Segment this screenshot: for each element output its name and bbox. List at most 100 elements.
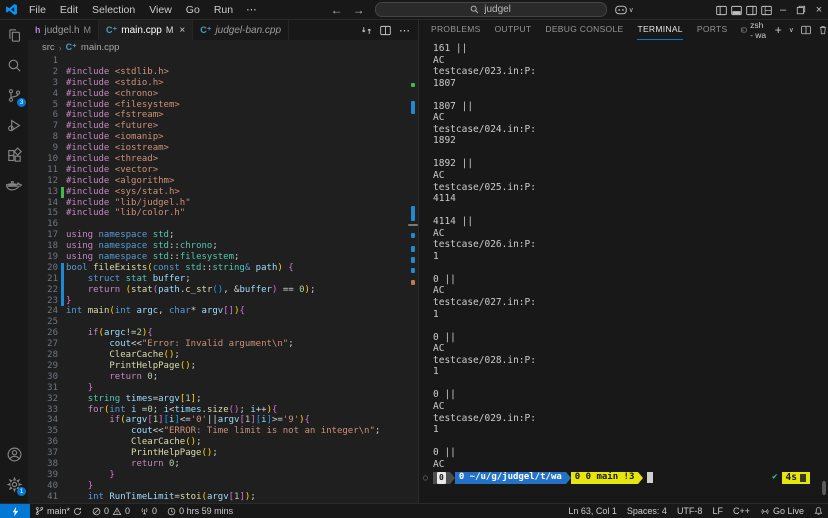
code-line[interactable]: 14#include "lib/judgel.h" [28, 198, 418, 209]
activity-accounts-icon[interactable] [0, 439, 28, 469]
code-line[interactable]: 8#include <iomanip> [28, 132, 418, 143]
language-mode-status[interactable]: C++ [728, 504, 755, 518]
code-line[interactable]: 16 [28, 219, 418, 230]
encoding-status[interactable]: UTF-8 [672, 504, 708, 518]
window-close-button[interactable]: × [810, 0, 828, 20]
code-line[interactable]: 40 } [28, 481, 418, 492]
history-forward-button[interactable]: → [353, 3, 365, 17]
code-line[interactable]: 7#include <future> [28, 121, 418, 132]
code-line[interactable]: 9#include <iostream> [28, 143, 418, 154]
code-line[interactable]: 10#include <thread> [28, 154, 418, 165]
new-terminal-button[interactable]: + [775, 23, 782, 37]
go-live-status[interactable]: Go Live [755, 504, 809, 518]
remote-indicator-button[interactable] [0, 504, 30, 518]
code-line[interactable]: 20bool fileExists(const std::string& pat… [28, 263, 418, 274]
history-back-button[interactable]: ← [331, 3, 343, 17]
tab-judgel.h[interactable]: hjudgel.hM [28, 20, 99, 40]
copilot-button[interactable]: ∨ [615, 5, 634, 15]
breadcrumb[interactable]: src › C⁺ main.cpp [28, 40, 418, 55]
code-line[interactable]: 27 cout<<"Error: Invalid argument\n"; [28, 339, 418, 350]
tab-judgel-ban.cpp[interactable]: C⁺judgel-ban.cpp [193, 20, 289, 40]
menu-more-button[interactable]: ⋯ [240, 4, 263, 16]
code-line[interactable]: 36 ClearCache(); [28, 437, 418, 448]
panel-tab-debug-console[interactable]: DEBUG CONSOLE [545, 20, 623, 40]
indentation-status[interactable]: Spaces: 4 [622, 504, 672, 518]
line-col-status[interactable]: Ln 63, Col 1 [563, 504, 622, 518]
ports-status[interactable]: 0 [135, 504, 162, 518]
breadcrumb-file[interactable]: main.cpp [81, 42, 120, 53]
window-restore-button[interactable] [792, 0, 810, 20]
menu-run[interactable]: Run [207, 0, 240, 20]
code-line[interactable]: 5#include <filesystem> [28, 100, 418, 111]
code-line[interactable]: 23} [28, 296, 418, 307]
code-line[interactable]: 34 if(argv[1][i]<='0'||argv[1][i]>='9'){ [28, 415, 418, 426]
code-line[interactable]: 1 [28, 56, 418, 67]
code-line[interactable]: 3#include <stdio.h> [28, 78, 418, 89]
panel-tab-ports[interactable]: PORTS [697, 20, 728, 40]
menu-selection[interactable]: Selection [85, 0, 142, 20]
code-line[interactable]: 19using namespace std::filesystem; [28, 252, 418, 263]
overview-ruler[interactable] [408, 56, 418, 503]
panel-tab-output[interactable]: OUTPUT [495, 20, 532, 40]
activity-search-icon[interactable] [0, 50, 28, 80]
toggle-secondary-sidebar-icon[interactable] [744, 0, 759, 20]
code-line[interactable]: 6#include <fstream> [28, 110, 418, 121]
activity-docker-icon[interactable] [0, 170, 28, 200]
command-decoration-icon[interactable]: ○ [423, 472, 428, 484]
terminal-output[interactable]: 161 ||ACtestcase/023.in:P:18071807 ||ACt… [419, 40, 828, 503]
code-line[interactable]: 17using namespace std; [28, 230, 418, 241]
panel-tab-terminal[interactable]: TERMINAL [637, 20, 682, 40]
code-line[interactable]: 39 } [28, 470, 418, 481]
customize-layout-icon[interactable] [759, 0, 774, 20]
code-line[interactable]: 24int main(int argc, char* argv[]){ [28, 306, 418, 317]
code-line[interactable]: 22 return (stat(path.c_str(), &buffer) =… [28, 285, 418, 296]
activity-settings-icon[interactable]: 1 [0, 469, 28, 499]
activity-extensions-icon[interactable] [0, 140, 28, 170]
code-line[interactable]: 13#include <sys/stat.h> [28, 187, 418, 198]
command-center-search[interactable]: judgel [375, 2, 607, 17]
code-line[interactable]: 4#include <chrono> [28, 89, 418, 100]
menu-view[interactable]: View [142, 0, 179, 20]
code-line[interactable]: 25 [28, 317, 418, 328]
notifications-bell[interactable] [809, 504, 828, 518]
breadcrumb-folder[interactable]: src [42, 42, 55, 53]
code-line[interactable]: 21 struct stat buffer; [28, 274, 418, 285]
menu-file[interactable]: File [22, 0, 53, 20]
activity-run-debug-icon[interactable] [0, 110, 28, 140]
code-line[interactable]: 11#include <vector> [28, 165, 418, 176]
code-line[interactable]: 37 PrintHelpPage(); [28, 448, 418, 459]
terminal-scrollbar-thumb[interactable] [822, 481, 826, 495]
eol-status[interactable]: LF [707, 504, 728, 518]
window-minimize-button[interactable]: – [774, 0, 792, 20]
code-line[interactable]: 15#include "lib/color.h" [28, 208, 418, 219]
panel-tab-problems[interactable]: PROBLEMS [431, 20, 481, 40]
activity-explorer-icon[interactable] [0, 20, 28, 50]
code-line[interactable]: 29 PrintHelpPage(); [28, 361, 418, 372]
tab-main.cpp[interactable]: C⁺main.cppM× [99, 20, 193, 40]
kill-terminal-icon[interactable] [818, 25, 828, 35]
git-branch-status[interactable]: main* [30, 504, 87, 518]
code-line[interactable]: 41 int RunTimeLimit=stoi(argv[1]); [28, 492, 418, 503]
toggle-panel-icon[interactable] [729, 0, 744, 20]
code-line[interactable]: 32 string times=argv[1]; [28, 394, 418, 405]
code-line[interactable]: 18using namespace std::chrono; [28, 241, 418, 252]
terminal-dropdown-icon[interactable]: ∨ [789, 26, 794, 34]
code-line[interactable]: 12#include <algorithm> [28, 176, 418, 187]
code-line[interactable]: 2#include <stdlib.h> [28, 67, 418, 78]
code-line[interactable]: 28 ClearCache(); [28, 350, 418, 361]
editor-more-actions-icon[interactable]: ⋯ [399, 24, 410, 37]
code-line[interactable]: 26 if(argc!=2){ [28, 328, 418, 339]
activity-source-control-icon[interactable]: 3 [0, 80, 28, 110]
menu-go[interactable]: Go [179, 0, 207, 20]
split-terminal-icon[interactable] [801, 25, 811, 35]
tab-close-icon[interactable]: × [179, 25, 185, 36]
code-editor[interactable]: 12#include <stdlib.h>3#include <stdio.h>… [28, 55, 418, 503]
menu-edit[interactable]: Edit [53, 0, 85, 20]
timer-status[interactable]: 0 hrs 59 mins [162, 504, 238, 518]
terminal-shell-selector[interactable]: zsh - wa [741, 20, 767, 40]
toggle-primary-sidebar-icon[interactable] [714, 0, 729, 20]
compare-changes-icon[interactable] [361, 25, 372, 36]
code-line[interactable]: 35 cout<<"ERROR: Time limit is not an in… [28, 426, 418, 437]
code-line[interactable]: 30 return 0; [28, 372, 418, 383]
code-line[interactable]: 31 } [28, 383, 418, 394]
